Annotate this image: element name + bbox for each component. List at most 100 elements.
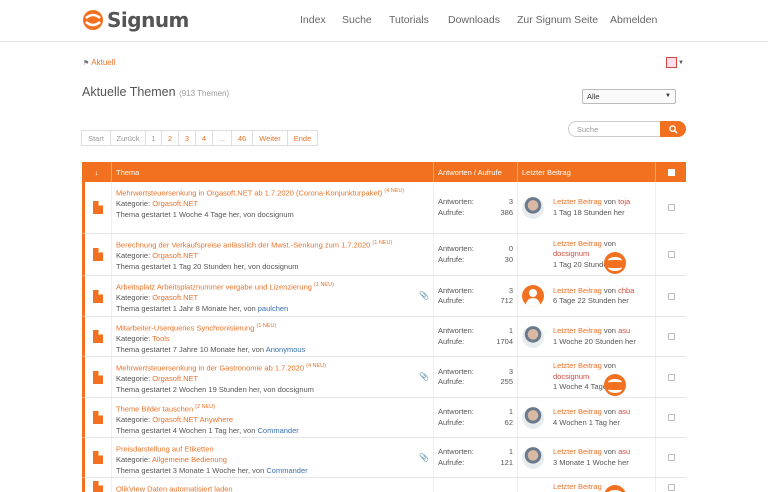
category-link[interactable]: Tools	[152, 334, 170, 343]
avatar[interactable]	[522, 196, 544, 219]
avatar[interactable]	[604, 374, 626, 396]
nav-item-tutorials[interactable]: Tutorials	[389, 14, 429, 26]
category-link[interactable]: Allgemeine Bedienung	[152, 455, 227, 464]
starter-link[interactable]: docsignum	[258, 210, 294, 219]
avatar[interactable]	[522, 406, 544, 429]
starter-link[interactable]: paulchen	[258, 304, 288, 313]
col-thema[interactable]: Thema	[112, 162, 434, 182]
last-post-user-link[interactable]: asu	[618, 407, 630, 416]
category-link[interactable]: Orgasoft.NET	[152, 293, 198, 302]
row-checkbox[interactable]	[656, 234, 686, 275]
avatar[interactable]	[522, 325, 544, 348]
table-row[interactable]: Mehrwertsteuersenkung in der Gastronomie…	[82, 357, 686, 398]
table-row[interactable]: Mehrwertsteuersenkung in Orgasoft.NET ab…	[82, 182, 686, 234]
answers-label: Antworten:	[438, 326, 474, 335]
category-link[interactable]: Orgasoft.NET	[152, 374, 198, 383]
avatar[interactable]	[604, 251, 626, 274]
answers-label: Antworten:	[438, 447, 474, 456]
starter-link[interactable]: docsignum	[262, 262, 298, 271]
new-badge[interactable]: (2 NEU)	[195, 404, 215, 410]
new-badge[interactable]: (1 NEU)	[257, 323, 277, 329]
table-row[interactable]: Preisdarstellung auf Etiketten Kategorie…	[82, 438, 686, 478]
views-label: Aufrufe:	[438, 417, 465, 427]
last-post-link[interactable]: Letzter Beitrag	[553, 197, 602, 206]
last-post-link[interactable]: Letzter Beitrag	[553, 407, 602, 416]
page-start[interactable]: Start	[81, 130, 111, 146]
search-button[interactable]	[660, 121, 686, 137]
nav-item-abmelden[interactable]: Abmelden	[610, 14, 657, 26]
select-all-checkbox[interactable]	[656, 162, 686, 182]
page-next[interactable]: Weiter	[252, 130, 288, 146]
nav-item-index[interactable]: Index	[300, 14, 326, 26]
new-badge[interactable]: (1 NEU)	[372, 240, 392, 246]
topic-type-cell	[85, 182, 112, 233]
table-row[interactable]: Theme Bilder tauschen (2 NEU) Kategorie: …	[82, 398, 686, 438]
last-post-user-link[interactable]: docsignum	[553, 249, 589, 258]
topic-title-link[interactable]: Theme Bilder tauschen	[116, 405, 193, 414]
breadcrumb-aktuell[interactable]: Aktuell	[91, 58, 115, 67]
category-link[interactable]: Orgasoft.NET	[152, 199, 198, 208]
nav-item-suche[interactable]: Suche	[342, 14, 372, 26]
new-badge[interactable]: (1 NEU)	[314, 282, 334, 288]
last-post-user-link[interactable]: asu	[618, 447, 630, 456]
avatar[interactable]	[522, 285, 544, 307]
page-1[interactable]: 1	[145, 130, 162, 146]
row-checkbox[interactable]	[656, 182, 686, 233]
category-link[interactable]: Orgasoft.NET Anywhere	[152, 415, 233, 424]
new-badge[interactable]: (4 NEU)	[384, 188, 404, 194]
row-checkbox[interactable]	[656, 438, 686, 477]
table-row[interactable]: Mitarbeiter-Userqueries Synchronisierung…	[82, 317, 686, 357]
row-checkbox[interactable]	[656, 357, 686, 397]
last-post-link[interactable]: Letzter Beitrag	[553, 286, 602, 295]
user-menu[interactable]: ▼	[666, 57, 684, 68]
col-stats[interactable]: Antworten / Aufrufe	[434, 162, 518, 182]
topic-title-link[interactable]: Berechnung der Verkaufspreise anlässlich…	[116, 241, 370, 250]
topic-title-link[interactable]: Mehrwertsteuersenkung in der Gastronomie…	[116, 364, 304, 373]
starter-link[interactable]: Commander	[266, 466, 307, 475]
last-post-link[interactable]: Letzter Beitrag	[553, 482, 602, 491]
topic-title-link[interactable]: Preisdarstellung auf Etiketten	[116, 445, 214, 454]
col-last-post[interactable]: Letzter Beitrag	[518, 162, 656, 182]
topic-title-link[interactable]: QlikView Daten automatisiert laden	[116, 485, 233, 492]
last-post-link[interactable]: Letzter Beitrag	[553, 326, 602, 335]
last-post-link[interactable]: Letzter Beitrag	[553, 447, 602, 456]
avatar[interactable]	[604, 484, 626, 492]
search-input[interactable]: Suche	[568, 121, 662, 137]
category-link[interactable]: Orgasoft.NET	[152, 251, 198, 260]
last-post-user-link[interactable]: toja	[618, 197, 630, 206]
starter-link[interactable]: Commander	[258, 426, 299, 435]
starter-link[interactable]: docsignum	[278, 385, 314, 394]
page-prev[interactable]: Zurück	[110, 130, 146, 146]
row-checkbox[interactable]	[656, 478, 686, 492]
table-row[interactable]: Berechnung der Verkaufspreise anlässlich…	[82, 234, 686, 276]
signum-logo[interactable]: Signum	[82, 8, 189, 32]
avatar[interactable]	[522, 446, 544, 469]
table-row[interactable]: Arbeitsplatz Arbeitsplatznummer vergabe …	[82, 276, 686, 317]
starter-link[interactable]: Anonymous	[266, 345, 306, 354]
sort-toggle[interactable]: ↓	[82, 162, 112, 182]
page-3[interactable]: 3	[178, 130, 196, 146]
row-checkbox[interactable]	[656, 276, 686, 316]
page-end[interactable]: Ende	[287, 130, 318, 146]
last-post-link[interactable]: Letzter Beitrag	[553, 239, 602, 248]
views-count: 62	[504, 417, 513, 427]
nav-item-signum-seite[interactable]: Zur Signum Seite	[517, 14, 598, 26]
last-post-cell: Letzter Beitrag von chba 6 Tage 22 Stunde…	[518, 276, 656, 316]
last-post-user-link[interactable]: asu	[618, 326, 630, 335]
page-46[interactable]: 46	[231, 130, 253, 146]
filter-select[interactable]: Alle ▼	[582, 89, 676, 104]
last-post-user-link[interactable]: chba	[618, 286, 634, 295]
attachment-icon: 📎	[419, 372, 429, 381]
last-post-link[interactable]: Letzter Beitrag	[553, 361, 602, 370]
page-4[interactable]: 4	[195, 130, 213, 146]
table-row[interactable]: QlikView Daten automatisiert laden Letzt…	[82, 478, 686, 492]
new-badge[interactable]: (4 NEU)	[306, 363, 326, 369]
page-2[interactable]: 2	[161, 130, 179, 146]
row-checkbox[interactable]	[656, 398, 686, 437]
last-post-user-link[interactable]: docsignum	[553, 372, 589, 381]
topic-title-link[interactable]: Arbeitsplatz Arbeitsplatznummer vergabe …	[116, 283, 312, 292]
row-checkbox[interactable]	[656, 317, 686, 356]
nav-item-downloads[interactable]: Downloads	[448, 14, 500, 26]
topic-title-link[interactable]: Mitarbeiter-Userqueries Synchronisierung	[116, 324, 254, 333]
topic-title-link[interactable]: Mehrwertsteuersenkung in Orgasoft.NET ab…	[116, 189, 382, 198]
